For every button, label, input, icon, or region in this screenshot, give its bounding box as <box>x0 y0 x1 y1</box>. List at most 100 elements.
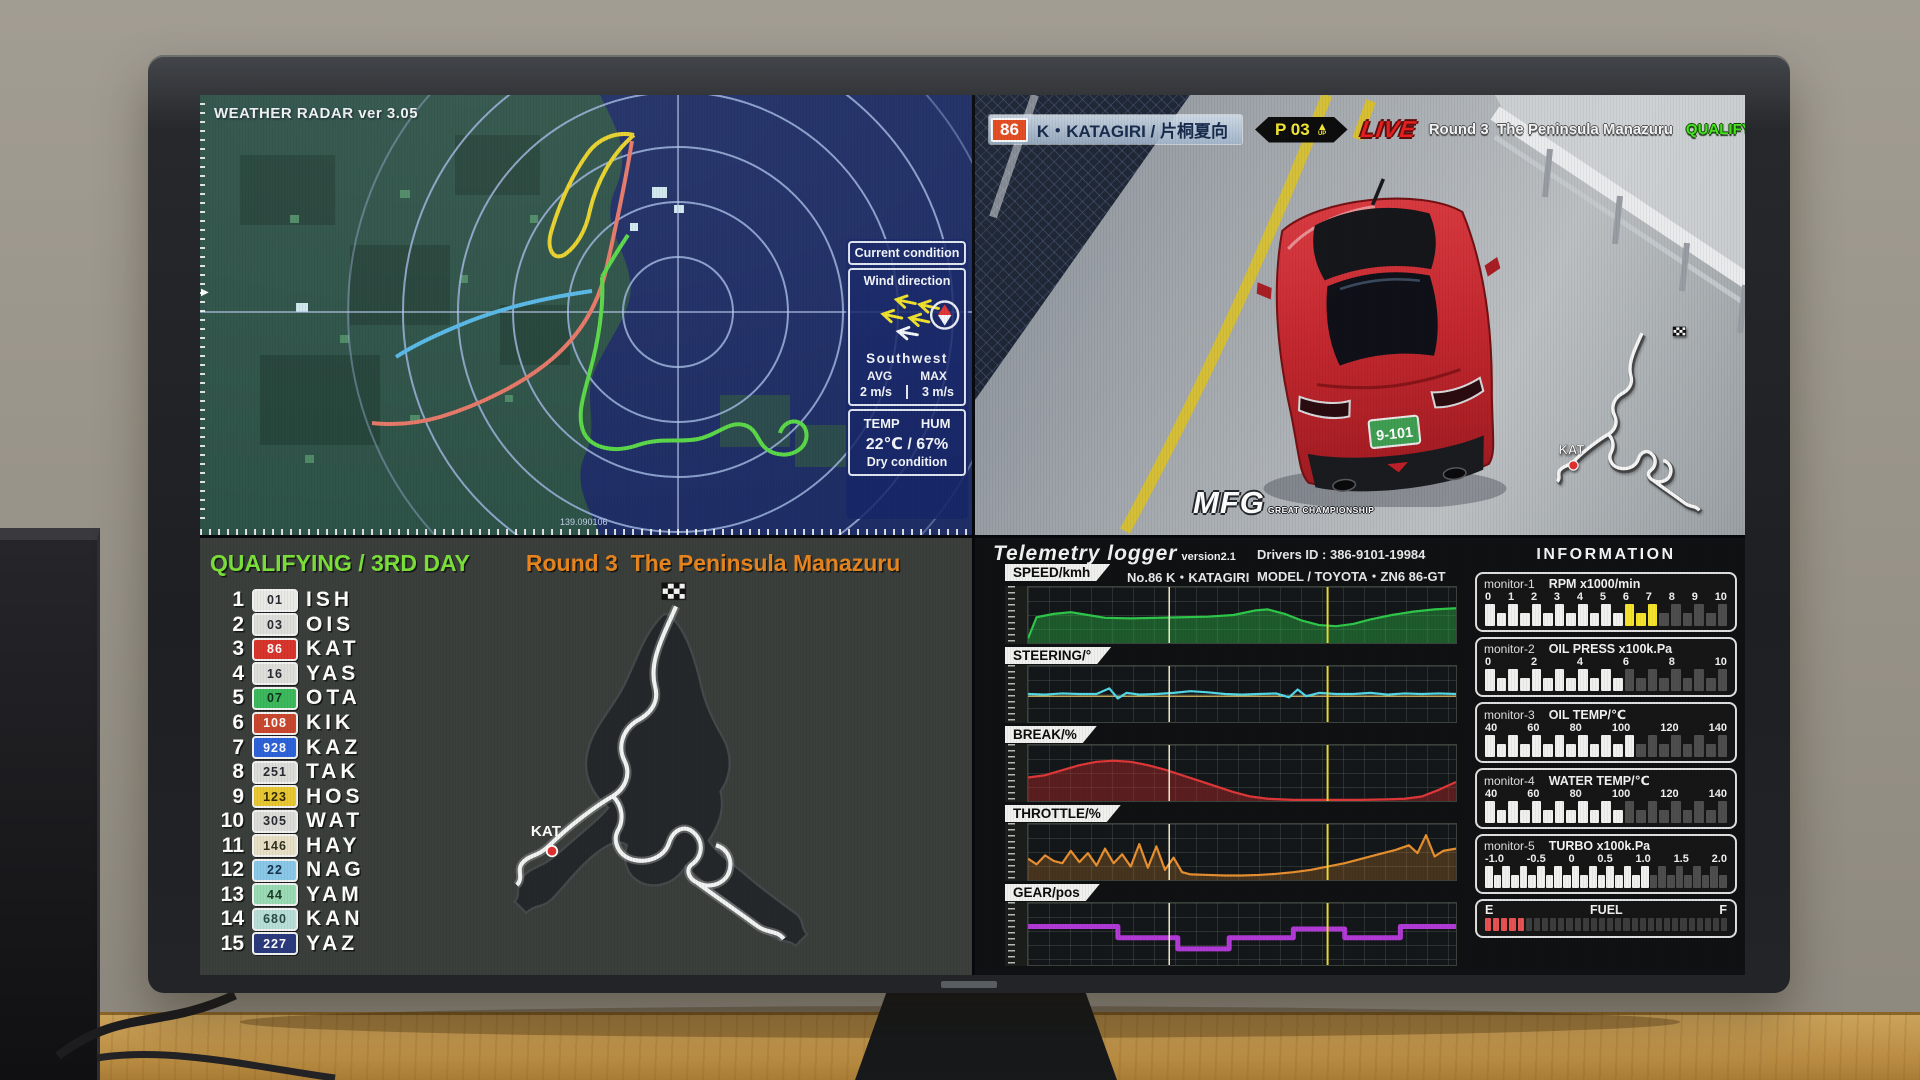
scale-tick: 140 <box>1709 722 1727 734</box>
graph-plot-steering <box>1027 665 1457 723</box>
driver-marker-label: KAT <box>1558 442 1584 457</box>
monitor-bars <box>1482 735 1730 757</box>
gauge-bar <box>1578 801 1588 823</box>
graph-scale-speed <box>1005 586 1028 644</box>
scale-tick: 1.0 <box>1635 853 1650 865</box>
fuel-segment <box>1583 918 1589 931</box>
gauge-bar <box>1719 875 1727 888</box>
mfg-logo-sub: GREAT CHAMPIONSHIP <box>1268 505 1375 515</box>
gauge-bar <box>1684 875 1692 888</box>
gauge-bar <box>1546 875 1554 888</box>
wind-direction-value: Southwest <box>853 351 961 366</box>
gauge-bar <box>1606 866 1614 888</box>
gauge-bar <box>1502 866 1510 888</box>
car-label: No.86 K・KATAGIRI <box>1127 567 1249 586</box>
position-number: 7 <box>208 736 244 760</box>
gauge-bar <box>1683 810 1693 823</box>
gauge-bar <box>1485 735 1495 757</box>
monitor-stand <box>855 985 1117 1080</box>
standings-panel: QUALIFYING / 3RD DAY Round 3 The Peninsu… <box>200 538 972 975</box>
scale-tick: 0 <box>1485 656 1491 668</box>
monitor-gauge-label: OIL PRESS x100k.Pa <box>1549 642 1672 656</box>
gauge-bar <box>1543 678 1553 691</box>
gauge-bar <box>1508 801 1518 823</box>
gauge-bar <box>1590 678 1600 691</box>
fuel-segment <box>1713 918 1719 931</box>
gauge-bar <box>1625 669 1635 691</box>
gauge-bar <box>1636 744 1646 757</box>
gauge-bar <box>1601 669 1611 691</box>
car-number-badge: 16 <box>252 662 298 685</box>
fuel-segment <box>1615 918 1621 931</box>
fuel-segment <box>1493 918 1499 931</box>
gauge-bar <box>1613 678 1623 691</box>
gauge-bar <box>1520 613 1530 626</box>
scale-tick: 8 <box>1669 656 1675 668</box>
fuel-segment <box>1607 918 1613 931</box>
gauge-bar <box>1636 810 1646 823</box>
monitor-button-strip <box>941 981 997 988</box>
avg-label: AVG <box>867 369 892 383</box>
driver-code: TAK <box>306 760 360 784</box>
monitor-box-m3: monitor-3OIL TEMP/℃406080100120140 <box>1475 702 1737 763</box>
gauge-bar <box>1615 875 1623 888</box>
driver-code: NAG <box>306 858 365 882</box>
gauge-bar <box>1580 875 1588 888</box>
gauge-bar <box>1671 735 1681 757</box>
scale-tick: 120 <box>1660 722 1678 734</box>
position-up-indicator: ▲ UP <box>1317 123 1328 137</box>
car-number-badge: 07 <box>252 687 298 710</box>
gauge-bar <box>1485 866 1493 888</box>
gauge-bar <box>1537 866 1545 888</box>
position-number: 4 <box>208 662 244 686</box>
round-title: Round 3 The Peninsula Manazuru <box>526 550 900 577</box>
finish-flag-icon <box>1673 327 1685 336</box>
gauge-bar <box>1613 744 1623 757</box>
driver-code: YAS <box>306 662 359 686</box>
gauge-bar <box>1601 801 1611 823</box>
driver-marker-dot <box>547 846 558 857</box>
monitor-scale: 0246810 <box>1482 656 1730 668</box>
fuel-segment <box>1648 918 1654 931</box>
gauge-bar <box>1566 744 1576 757</box>
gauge-bar <box>1578 604 1588 626</box>
position-number: 8 <box>208 760 244 784</box>
temp-hum-value: 22℃ / 67% <box>853 434 961 454</box>
session-label: QUALIFYING / 3RD DAY <box>1686 121 1745 138</box>
drivers-id: Drivers ID : 386-9101-19984 <box>1257 547 1425 562</box>
fuel-segment <box>1640 918 1646 931</box>
standings-list: 101ISH203OIS386KAT416YAS507OTA6108KIK792… <box>208 588 438 956</box>
telemetry-panel: Telemetry loggerversion2.1 Drivers ID : … <box>975 538 1745 975</box>
standings-row: 101ISH <box>208 588 438 613</box>
mfg-logo: MFGGREAT CHAMPIONSHIP <box>1193 485 1374 521</box>
waveform-steering <box>1028 666 1456 722</box>
race-car: 9-101 <box>1220 157 1550 507</box>
rear-window <box>1323 267 1442 366</box>
gauge-bar <box>1718 604 1728 626</box>
driver-code: ISH <box>306 588 353 612</box>
graph-gear <box>1005 902 1457 966</box>
car-number-badge: 251 <box>252 761 298 784</box>
gauge-bar <box>1667 875 1675 888</box>
scale-tick: -1.0 <box>1485 853 1504 865</box>
gauge-bar <box>1632 875 1640 888</box>
radar-coordinate: 139.090106 <box>560 517 608 527</box>
gauge-bar <box>1497 810 1507 823</box>
gauge-bar <box>1659 810 1669 823</box>
standings-row: 8 251 TAK <box>208 760 438 785</box>
waveform-speed <box>1028 587 1456 643</box>
driver-code: OIS <box>306 613 354 637</box>
monitor-bars <box>1482 866 1730 888</box>
gauge-bar <box>1648 669 1658 691</box>
gauge-bar <box>1543 613 1553 626</box>
position-number: 1 <box>208 588 244 612</box>
track-map-inset: KAT <box>1532 317 1737 529</box>
fuel-segment <box>1599 918 1605 931</box>
gauge-bar <box>1566 678 1576 691</box>
scale-tick: 4 <box>1577 591 1583 603</box>
radar-ruler-bottom <box>200 529 972 535</box>
graph-tab-gear: GEAR/pos <box>1005 884 1100 901</box>
standings-row: 10305WAT <box>208 809 438 834</box>
gauge-bar <box>1648 735 1658 757</box>
scale-tick: 40 <box>1485 788 1497 800</box>
